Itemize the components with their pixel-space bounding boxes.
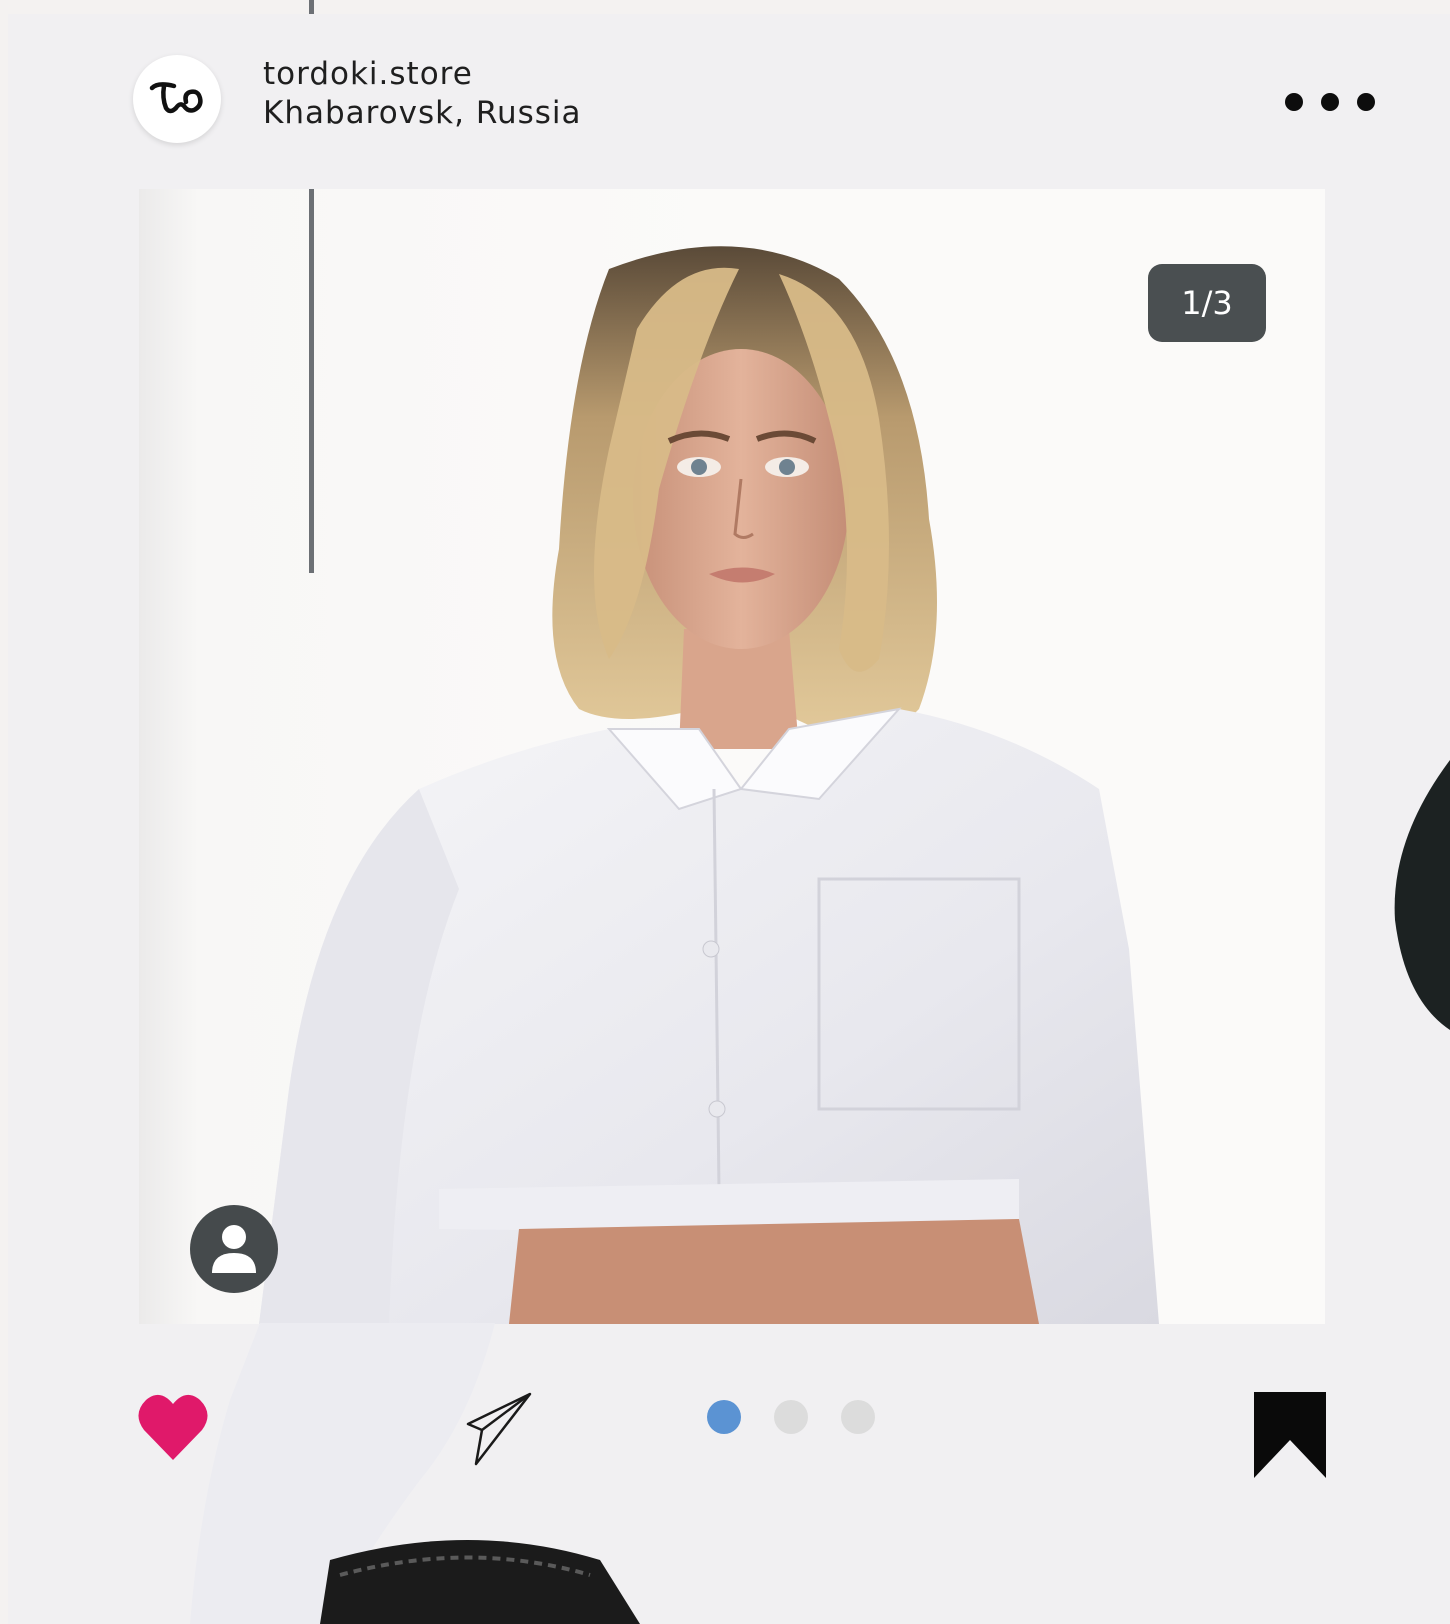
carousel-dot[interactable] xyxy=(841,1400,875,1434)
brand-logo-icon xyxy=(149,82,203,114)
model-photo-illustration xyxy=(259,246,1159,1324)
decor-line-vertical xyxy=(309,189,314,573)
carousel-dot[interactable] xyxy=(774,1400,808,1434)
adjacent-post-peek xyxy=(1390,760,1450,1060)
like-button[interactable] xyxy=(138,1390,208,1462)
tag-user-button[interactable] xyxy=(190,1205,278,1293)
more-options-button[interactable] xyxy=(1285,88,1395,116)
paper-plane-icon xyxy=(466,1392,532,1466)
account-name[interactable]: tordoki.store xyxy=(263,56,473,92)
post-location[interactable]: Khabarovsk, Russia xyxy=(263,95,582,131)
carousel-dot-active[interactable] xyxy=(707,1400,741,1434)
carousel-counter: 1/3 xyxy=(1148,264,1266,342)
user-tag-icon xyxy=(212,1225,256,1273)
save-button[interactable] xyxy=(1252,1390,1328,1480)
carousel-indicator xyxy=(707,1400,875,1434)
heart-icon xyxy=(138,1394,208,1460)
more-horizontal-icon xyxy=(1321,93,1339,111)
bookmark-icon xyxy=(1254,1392,1326,1478)
account-avatar[interactable] xyxy=(133,55,221,143)
share-button[interactable] xyxy=(466,1390,536,1466)
post-page: tordoki.store Khabarovsk, Russia 1/3 xyxy=(0,0,1450,1624)
decor-line-top xyxy=(309,0,314,14)
more-horizontal-icon xyxy=(1285,93,1303,111)
post-photo[interactable] xyxy=(139,189,1325,1324)
more-horizontal-icon xyxy=(1357,93,1375,111)
